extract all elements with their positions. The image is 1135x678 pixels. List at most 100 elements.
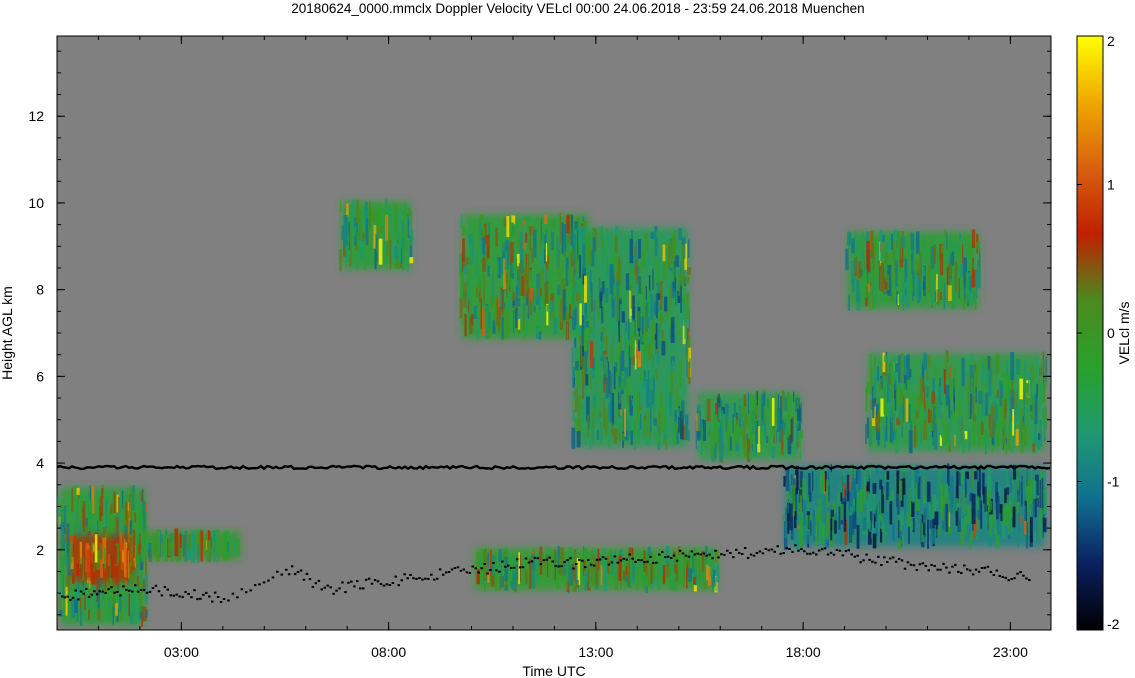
velocity-streak: [1043, 489, 1047, 514]
velocity-streak: [638, 562, 641, 569]
boundary-dot: [1025, 577, 1028, 580]
velocity-streak: [578, 226, 582, 239]
boundary-dot: [77, 598, 80, 601]
velocity-streak: [891, 292, 894, 301]
velocity-streak: [630, 265, 634, 290]
boundary-dot: [441, 573, 445, 576]
velocity-streak: [796, 466, 799, 490]
velocity-streak: [583, 329, 588, 352]
velocity-streak: [881, 516, 883, 532]
velocity-streak: [795, 528, 800, 550]
velocity-streak: [69, 542, 73, 564]
velocity-streak: [462, 226, 466, 236]
velocity-streak: [140, 490, 143, 502]
boundary-dot: [320, 588, 323, 591]
velocity-streak: [736, 414, 738, 425]
velocity-streak: [82, 508, 86, 527]
velocity-streak: [899, 480, 903, 501]
velocity-streak: [619, 303, 622, 325]
boundary-dot: [971, 573, 975, 576]
boundary-dot: [154, 584, 158, 587]
boundary-dot: [640, 559, 643, 562]
velocity-streak: [624, 232, 627, 249]
velocity-streak: [596, 361, 599, 386]
boundary-dot: [450, 568, 454, 571]
velocity-streak: [133, 529, 135, 558]
velocity-streak: [650, 402, 652, 432]
velocity-streak: [922, 280, 925, 290]
velocity-streak: [88, 500, 93, 531]
boundary-dot: [74, 589, 77, 592]
velocity-streak: [574, 337, 577, 348]
velocity-streak: [637, 415, 640, 444]
velocity-streak: [677, 408, 680, 417]
velocity-streak: [680, 285, 682, 313]
velocity-streak: [655, 323, 658, 349]
boundary-dot: [172, 594, 175, 597]
velocity-streak: [603, 547, 606, 564]
velocity-streak: [959, 507, 961, 520]
boundary-dot: [812, 551, 815, 554]
velocity-streak: [684, 276, 688, 285]
boundary-dot: [347, 581, 350, 584]
velocity-streak: [533, 277, 536, 306]
boundary-dot: [1001, 575, 1004, 578]
velocity-streak: [571, 249, 574, 261]
boundary-dot: [79, 590, 83, 593]
velocity-streak: [787, 394, 790, 422]
boundary-dot: [510, 567, 513, 569]
velocity-streak: [649, 363, 654, 391]
velocity-streak: [665, 238, 668, 251]
velocity-streak: [985, 431, 988, 454]
velocity-streak: [580, 336, 583, 367]
velocity-streak: [976, 241, 980, 249]
velocity-streak: [476, 316, 479, 340]
velocity-streak: [344, 215, 348, 247]
velocity-streak: [464, 313, 467, 337]
velocity-streak: [961, 416, 963, 433]
velocity-streak: [618, 416, 623, 433]
velocity-streak: [825, 539, 829, 548]
velocity-streak: [483, 273, 485, 305]
boundary-dot: [353, 585, 356, 588]
velocity-streak: [856, 280, 860, 302]
velocity-streak: [479, 218, 481, 250]
velocity-streak: [197, 544, 200, 563]
boundary-dot: [276, 570, 279, 573]
velocity-streak: [554, 549, 557, 581]
velocity-streak: [748, 452, 752, 460]
velocity-streak: [115, 603, 118, 616]
velocity-streak: [954, 261, 958, 293]
boundary-dot: [592, 564, 596, 567]
boundary-dot: [415, 578, 418, 580]
boundary-dot: [521, 566, 525, 569]
velocity-streak: [706, 398, 711, 422]
boundary-dot: [533, 556, 537, 559]
velocity-streak: [593, 404, 595, 430]
boundary-dot: [930, 563, 933, 566]
boundary-dot: [116, 591, 119, 593]
velocity-streak: [923, 386, 926, 412]
velocity-streak: [940, 414, 943, 438]
velocity-streak: [718, 407, 721, 421]
velocity-streak: [525, 232, 528, 243]
boundary-dot: [359, 587, 362, 590]
velocity-streak: [869, 232, 871, 250]
velocity-streak: [938, 258, 940, 290]
velocity-streak: [847, 295, 850, 311]
boundary-dot: [963, 564, 966, 567]
velocity-streak: [570, 551, 573, 558]
velocity-streak: [1009, 517, 1012, 525]
boundary-dot: [797, 549, 800, 552]
velocity-streak: [908, 430, 913, 454]
boundary-dot: [136, 590, 140, 593]
velocity-streak: [1024, 426, 1027, 446]
velocity-streak: [966, 398, 970, 420]
velocity-streak: [600, 565, 603, 585]
boundary-dot: [1016, 572, 1019, 575]
velocity-streak: [490, 575, 495, 587]
velocity-streak: [889, 501, 893, 525]
velocity-streak: [473, 287, 476, 302]
velocity-streak: [1032, 480, 1037, 499]
velocity-streak: [825, 479, 829, 508]
